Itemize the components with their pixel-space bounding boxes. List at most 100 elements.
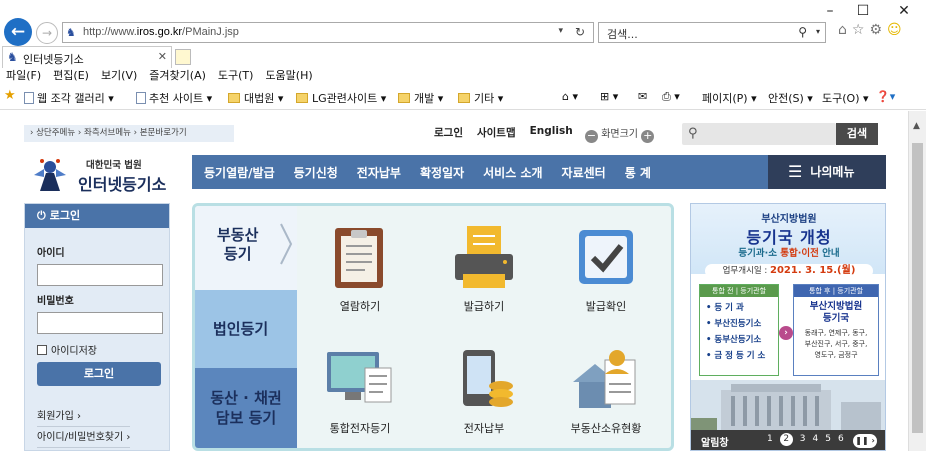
banner-controls: 알림창 1 2 3 4 5 6 ❚❚ › [691, 430, 885, 450]
banner-page[interactable]: 5 [825, 434, 831, 446]
service-integrated-e-registry[interactable]: 통합전자등기 [303, 346, 413, 446]
find-account-link[interactable]: 아이디/비밀번호찾기 › [37, 429, 131, 448]
scroll-up-icon[interactable]: ▲ [913, 121, 920, 131]
banner-page[interactable]: 3 [800, 434, 806, 446]
service-view[interactable]: 열람하기 [303, 224, 413, 324]
banner-before-row: • 금 정 등 기 소 [706, 351, 766, 361]
home-dropdown-icon[interactable]: ⌂ ▾ [562, 90, 578, 103]
util-english-link[interactable]: English [530, 125, 573, 140]
join-link[interactable]: 회원가입 › [37, 408, 131, 427]
service-issue[interactable]: 발급하기 [427, 224, 537, 324]
service-verify[interactable]: 발급확인 [549, 224, 659, 324]
fav-court[interactable]: 대법원 ▾ [228, 90, 283, 106]
help-icon[interactable]: ❓▾ [876, 90, 895, 103]
tab-iros[interactable]: ♞ 인터넷등기소 ✕ [2, 46, 172, 68]
password-input[interactable] [37, 312, 163, 334]
vertical-scrollbar[interactable]: ▲ [908, 111, 926, 451]
login-panel: ⏻ 로그인 아이디 비밀번호 아이디저장 로그인 회원가입 › 아이디/비밀번호찾… [24, 203, 170, 451]
menu-edit[interactable]: 편집(E) [53, 69, 89, 86]
zoom-in-icon[interactable]: + [641, 130, 655, 143]
category-corporate[interactable]: 법인등기 [195, 290, 297, 368]
site-logo[interactable]: 대한민국 법원 인터넷등기소 [30, 153, 190, 199]
site-search-button[interactable]: 검색 [836, 123, 878, 145]
page-icon [136, 92, 146, 104]
gear-icon[interactable]: ⚙ [869, 22, 882, 42]
address-dropdown-icon[interactable]: ▾ [558, 26, 563, 36]
banner-page-current[interactable]: 2 [779, 433, 793, 446]
home-icon[interactable]: ⌂ [838, 22, 847, 42]
category-movable[interactable]: 동산 · 채권 담보 등기 [195, 368, 297, 448]
id-input[interactable] [37, 264, 163, 286]
search-dropdown-icon[interactable]: ▾ [816, 27, 820, 36]
favorites-star-icon[interactable]: ☆ [852, 22, 865, 42]
printer-issue-icon [455, 226, 513, 288]
service-ownership-label: 부동산소유현황 [570, 422, 642, 435]
chevron-right-icon: › [779, 326, 793, 340]
print-icon[interactable]: ⎙ ▾ [662, 90, 680, 104]
fav-dev[interactable]: 개발 ▾ [398, 90, 443, 106]
feeds-icon[interactable]: ⊞ ▾ [600, 90, 618, 103]
site-search-input[interactable]: ⚲ [682, 123, 836, 145]
scrollbar-thumb[interactable] [912, 143, 923, 433]
house-person-icon [573, 350, 636, 408]
back-button[interactable]: ← [4, 18, 32, 46]
zoom-out-icon[interactable]: − [585, 130, 598, 143]
refresh-icon[interactable]: ↻ [575, 25, 585, 39]
tab-close-icon[interactable]: ✕ [158, 50, 167, 63]
logo-title: 인터넷등기소 [78, 175, 167, 194]
banner-page[interactable]: 4 [812, 434, 818, 446]
nav-registry-view-issue[interactable]: 등기열람/발급 [204, 164, 275, 181]
search-icon[interactable]: ⚲ [798, 25, 807, 39]
fav-lg[interactable]: LG관련사이트 ▾ [296, 90, 386, 106]
nav-statistics[interactable]: 통 계 [625, 164, 651, 181]
address-bar[interactable]: ♞ http://www.iros.go.kr/PMainJ.jsp ▾ ↻ [62, 22, 594, 43]
service-e-payment[interactable]: 전자납부 [427, 346, 537, 446]
nav-resource-center[interactable]: 자료센터 [562, 164, 606, 181]
browser-search-box[interactable]: 검색... ⚲ ▾ [598, 22, 826, 43]
service-ownership[interactable]: 부동산소유현황 [549, 346, 659, 446]
util-sitemap-link[interactable]: 사이트맵 [477, 125, 516, 140]
forward-button[interactable]: → [36, 22, 58, 44]
fav-web-slice-gallery[interactable]: 웹 조각 갤러리 ▾ [24, 90, 114, 106]
menu-safety[interactable]: 안전(S) ▾ [768, 90, 813, 106]
new-tab-button[interactable] [175, 49, 191, 65]
nav-fixed-date[interactable]: 확정일자 [420, 164, 464, 181]
banner-before-header: 통합 전 | 등기관할 [700, 285, 778, 297]
tab-title: 인터넷등기소 [23, 53, 84, 66]
menu-file[interactable]: 파일(F) [6, 69, 41, 86]
menu-view[interactable]: 보기(V) [101, 69, 137, 86]
fav-suggested-sites[interactable]: 추천 사이트 ▾ [136, 90, 212, 106]
nav-service-intro[interactable]: 서비스 소개 [483, 164, 542, 181]
browser-search-placeholder: 검색... [607, 28, 638, 41]
banner-page[interactable]: 6 [838, 434, 844, 446]
favorites-star-icon[interactable]: ★ [4, 88, 16, 103]
browser-right-icons: ⌂ ☆ ⚙ ☺ [838, 22, 902, 42]
checkbox[interactable] [37, 345, 47, 355]
skip-links[interactable]: › 상단주메뉴 › 좌측서브메뉴 › 본문바로가기 [24, 125, 234, 142]
save-id-checkbox[interactable]: 아이디저장 [37, 342, 97, 357]
my-menu-button[interactable]: ☰ 나의메뉴 [768, 155, 886, 189]
address-url[interactable]: http://www.iros.go.kr/PMainJ.jsp [83, 26, 239, 38]
menu-page[interactable]: 페이지(P) ▾ [702, 90, 757, 106]
smiley-feedback-icon[interactable]: ☺ [887, 22, 902, 42]
menu-tools[interactable]: 도구(T) [218, 69, 254, 86]
maximize-icon[interactable]: ☐ [853, 3, 873, 19]
minimize-icon[interactable]: – [820, 3, 840, 19]
util-login-link[interactable]: 로그인 [434, 125, 463, 140]
nav-registry-apply[interactable]: 등기신청 [294, 164, 338, 181]
login-button[interactable]: 로그인 [37, 362, 161, 386]
notice-banner[interactable]: 부산지방법원 등기국 개청 등기과·소 통합·이전 안내 업무개시일 : 202… [690, 203, 886, 451]
menu-tools-cmd[interactable]: 도구(O) ▾ [822, 90, 869, 106]
hamburger-icon: ☰ [788, 162, 803, 181]
power-icon: ⏻ [37, 209, 46, 222]
fav-etc[interactable]: 기타 ▾ [458, 90, 503, 106]
menu-help[interactable]: 도움말(H) [265, 69, 312, 86]
category-realestate[interactable]: 부동산 등기 [195, 206, 297, 290]
close-window-icon[interactable]: ✕ [894, 3, 914, 19]
nav-e-payment[interactable]: 전자납부 [357, 164, 401, 181]
mail-icon[interactable]: ✉ [638, 90, 647, 103]
main-nav: 등기열람/발급 등기신청 전자납부 확정일자 서비스 소개 자료센터 통 계 [192, 155, 768, 189]
menu-favorites[interactable]: 즐겨찾기(A) [149, 69, 206, 86]
banner-page[interactable]: 1 [767, 434, 773, 446]
pause-icon[interactable]: ❚❚ › [853, 434, 877, 448]
